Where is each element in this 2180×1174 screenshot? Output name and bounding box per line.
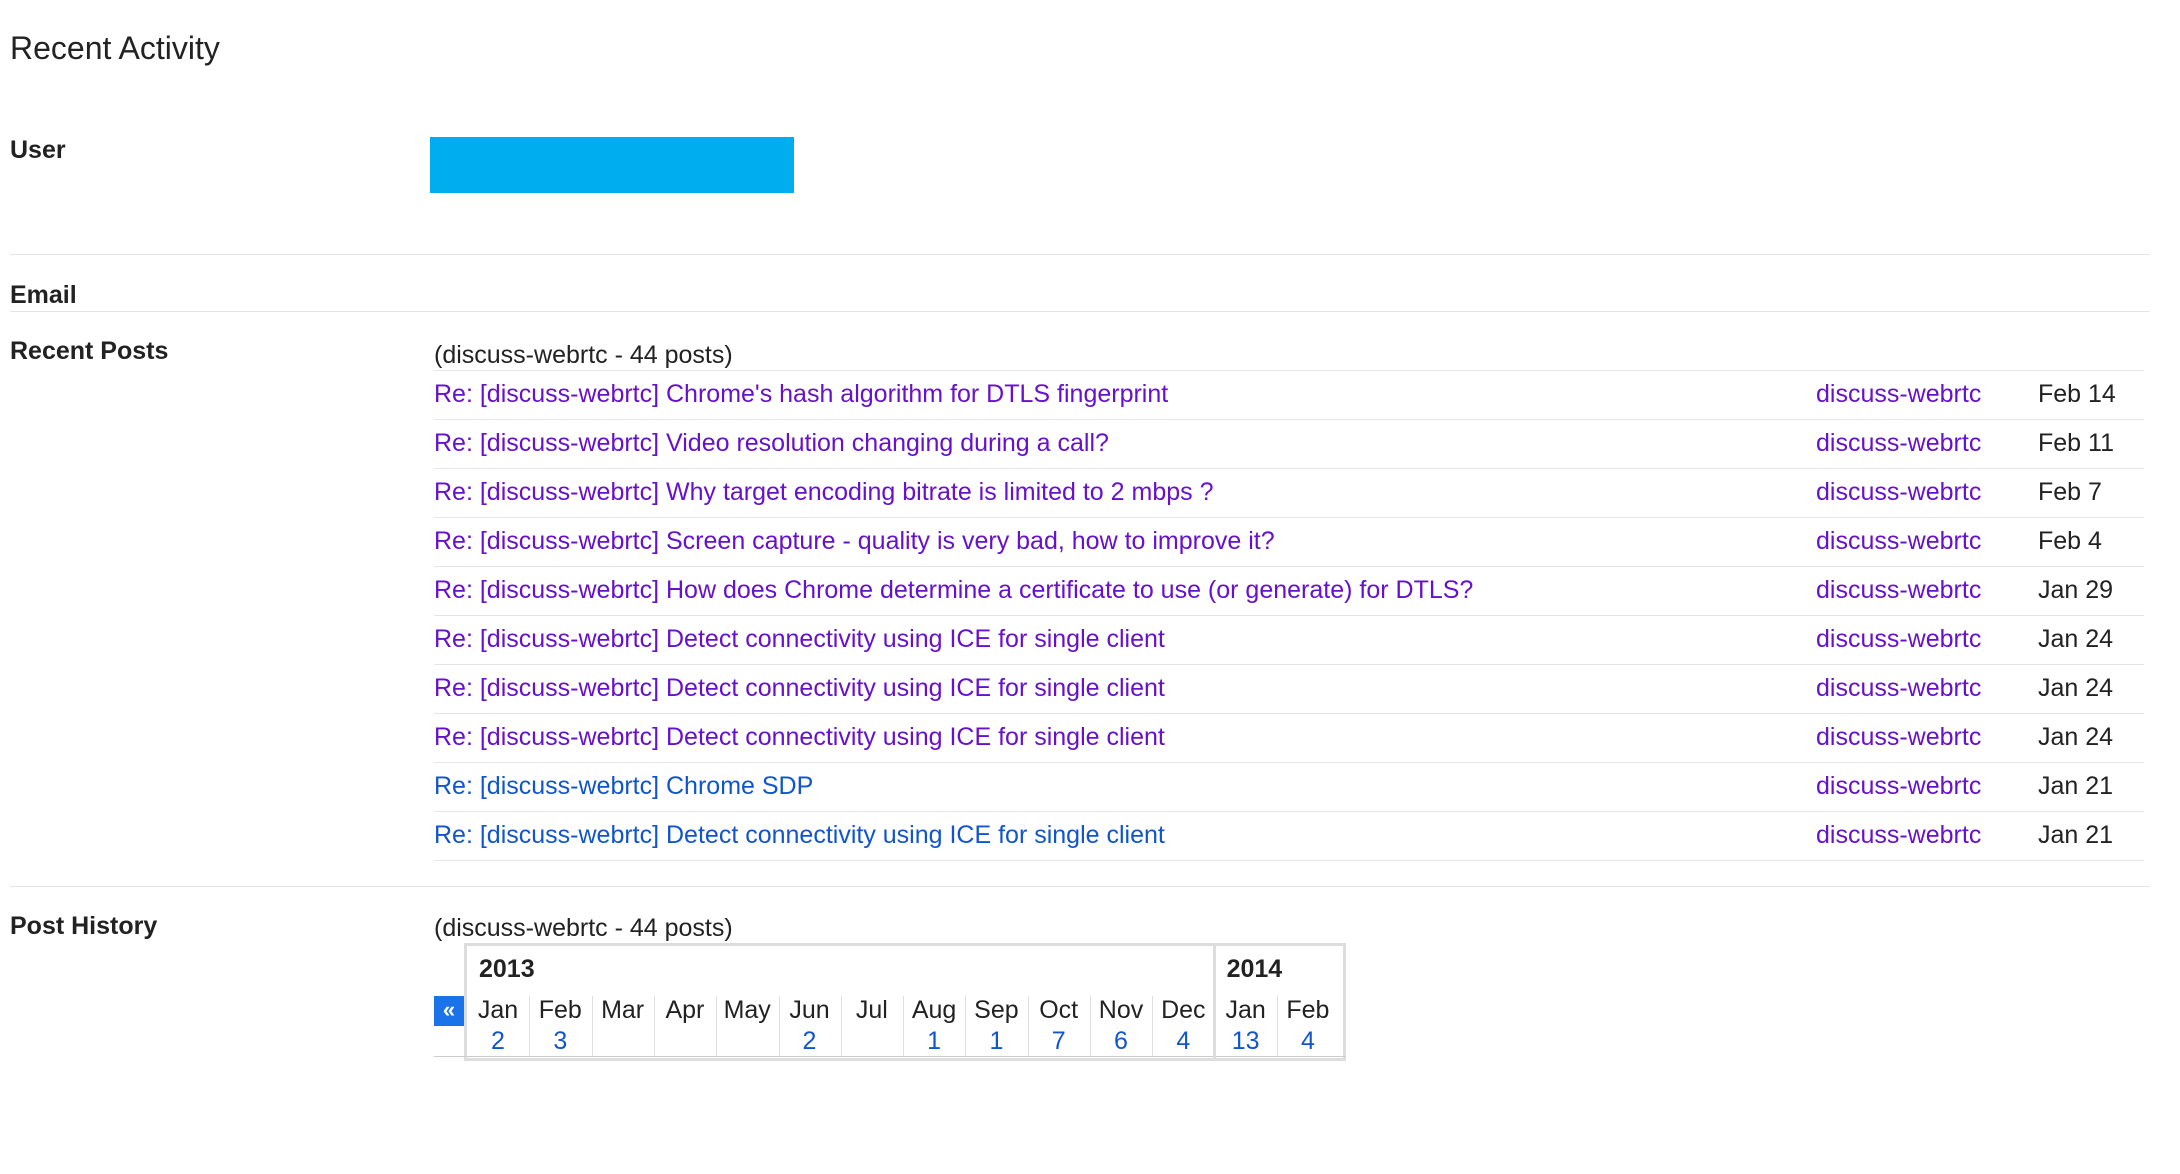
- month-separator: [716, 996, 718, 1056]
- month-label: Oct: [1039, 996, 1079, 1024]
- recent-posts-list: Re: [discuss-webrtc] Chrome's hash algor…: [434, 370, 2144, 861]
- page-title: Recent Activity: [10, 30, 220, 66]
- post-date: Jan 29: [2038, 576, 2114, 604]
- month-label: Feb: [538, 996, 582, 1024]
- month-post-count[interactable]: 1: [903, 1027, 965, 1056]
- post-row: Re: [discuss-webrtc] Why target encoding…: [434, 468, 2144, 517]
- month-label: Mar: [601, 996, 645, 1024]
- post-title-link[interactable]: Re: [discuss-webrtc] How does Chrome det…: [434, 576, 1473, 605]
- user-label: User: [10, 136, 66, 164]
- month-separator: [1276, 996, 1278, 1056]
- month-post-count[interactable]: 6: [1090, 1027, 1152, 1056]
- post-group-link[interactable]: discuss-webrtc: [1816, 674, 1981, 703]
- post-row: Re: [discuss-webrtc] Detect connectivity…: [434, 664, 2144, 713]
- post-group-link[interactable]: discuss-webrtc: [1816, 772, 1981, 801]
- divider: [10, 254, 2150, 255]
- month-separator: [1027, 996, 1029, 1056]
- post-row: Re: [discuss-webrtc] Chrome's hash algor…: [434, 370, 2144, 419]
- month-label: Nov: [1098, 996, 1144, 1024]
- month-separator: [1090, 996, 1091, 1056]
- post-title-link[interactable]: Re: [discuss-webrtc] Video resolution ch…: [434, 429, 1109, 458]
- post-group-link[interactable]: discuss-webrtc: [1816, 527, 1981, 556]
- divider: [10, 311, 2150, 312]
- post-history-label: Post History: [10, 912, 158, 940]
- month-separator: [529, 996, 531, 1056]
- month-separator: [965, 996, 967, 1056]
- post-title-link[interactable]: Re: [discuss-webrtc] Detect connectivity…: [434, 821, 1165, 850]
- double-chevron-left-icon[interactable]: «: [434, 996, 464, 1026]
- post-date: Jan 24: [2038, 674, 2114, 702]
- post-title-link[interactable]: Re: [discuss-webrtc] Screen capture - qu…: [434, 527, 1275, 556]
- month-post-count[interactable]: 1: [965, 1027, 1027, 1056]
- month-label: Sep: [974, 996, 1019, 1024]
- month-separator: [903, 996, 905, 1056]
- month-separator: [653, 996, 655, 1056]
- post-date: Jan 21: [2038, 821, 2114, 849]
- month-separator: [840, 996, 842, 1056]
- month-post-count[interactable]: 13: [1215, 1027, 1277, 1056]
- post-date: Jan 24: [2038, 625, 2114, 653]
- month-label: May: [723, 996, 771, 1024]
- post-date: Jan 21: [2038, 772, 2114, 800]
- post-history-summary: (discuss-webrtc - 44 posts): [434, 914, 733, 942]
- month-label: Dec: [1161, 996, 1206, 1024]
- month-post-count[interactable]: 7: [1028, 1027, 1090, 1056]
- post-date: Feb 7: [2038, 478, 2102, 506]
- month-separator: [591, 996, 593, 1056]
- month-post-count[interactable]: 2: [779, 1027, 841, 1056]
- post-title-link[interactable]: Re: [discuss-webrtc] Detect connectivity…: [434, 674, 1165, 703]
- calendar-bottom-line: [434, 1056, 1346, 1057]
- post-row: Re: [discuss-webrtc] Chrome SDP discuss-w…: [434, 762, 2144, 811]
- post-group-link[interactable]: discuss-webrtc: [1816, 576, 1981, 605]
- month-post-count[interactable]: 2: [467, 1027, 529, 1056]
- post-title-link[interactable]: Re: [discuss-webrtc] Detect connectivity…: [434, 625, 1165, 654]
- post-row: Re: [discuss-webrtc] How does Chrome det…: [434, 566, 2144, 615]
- recent-posts-label: Recent Posts: [10, 337, 169, 365]
- post-row: Re: [discuss-webrtc] Screen capture - qu…: [434, 517, 2144, 566]
- post-group-link[interactable]: discuss-webrtc: [1816, 380, 1981, 409]
- post-group-link[interactable]: discuss-webrtc: [1816, 723, 1981, 752]
- year-label: 2014: [1226, 955, 1283, 983]
- post-group-link[interactable]: discuss-webrtc: [1816, 429, 1981, 458]
- month-post-count[interactable]: 4: [1277, 1027, 1339, 1056]
- post-title-link[interactable]: Re: [discuss-webrtc] Why target encoding…: [434, 478, 1214, 507]
- month-label: Jan: [477, 996, 519, 1024]
- post-date: Feb 11: [2038, 429, 2114, 457]
- post-group-link[interactable]: discuss-webrtc: [1816, 625, 1981, 654]
- recent-activity-page: Recent Activity User Email Recent Posts …: [0, 0, 2180, 1174]
- month-label: Jun: [789, 996, 830, 1024]
- post-date: Jan 24: [2038, 723, 2114, 751]
- month-separator: [1152, 996, 1154, 1056]
- post-history-calendar: « 2013 2014 Jan 2 Feb 3 Mar Apr May Jun 2 Jul Aug 1 Se…: [434, 943, 1346, 1061]
- post-row: Re: [discuss-webrtc] Video resolution ch…: [434, 419, 2144, 468]
- post-title-link[interactable]: Re: [discuss-webrtc] Detect connectivity…: [434, 723, 1165, 752]
- post-title-link[interactable]: Re: [discuss-webrtc] Chrome SDP: [434, 772, 813, 801]
- month-separator: [778, 996, 780, 1056]
- post-group-link[interactable]: discuss-webrtc: [1816, 821, 1981, 850]
- month-label: Jul: [855, 996, 888, 1024]
- email-label: Email: [10, 281, 77, 309]
- month-label: Feb: [1286, 996, 1330, 1024]
- post-title-link[interactable]: Re: [discuss-webrtc] Chrome's hash algor…: [434, 380, 1168, 409]
- post-row: Re: [discuss-webrtc] Detect connectivity…: [434, 615, 2144, 664]
- user-redacted-block: [430, 137, 794, 193]
- post-date: Feb 14: [2038, 380, 2116, 408]
- divider: [10, 886, 2150, 887]
- post-row: Re: [discuss-webrtc] Detect connectivity…: [434, 811, 2144, 861]
- month-post-count[interactable]: 4: [1152, 1027, 1214, 1056]
- post-row: Re: [discuss-webrtc] Detect connectivity…: [434, 713, 2144, 762]
- month-label: Apr: [665, 996, 705, 1024]
- month-label: Jan: [1225, 996, 1266, 1024]
- post-date: Feb 4: [2038, 527, 2102, 555]
- recent-posts-summary: (discuss-webrtc - 44 posts): [434, 341, 733, 369]
- month-post-count[interactable]: 3: [529, 1027, 591, 1056]
- month-label: Aug: [911, 996, 957, 1024]
- post-group-link[interactable]: discuss-webrtc: [1816, 478, 1981, 507]
- year-label: 2013: [479, 955, 535, 983]
